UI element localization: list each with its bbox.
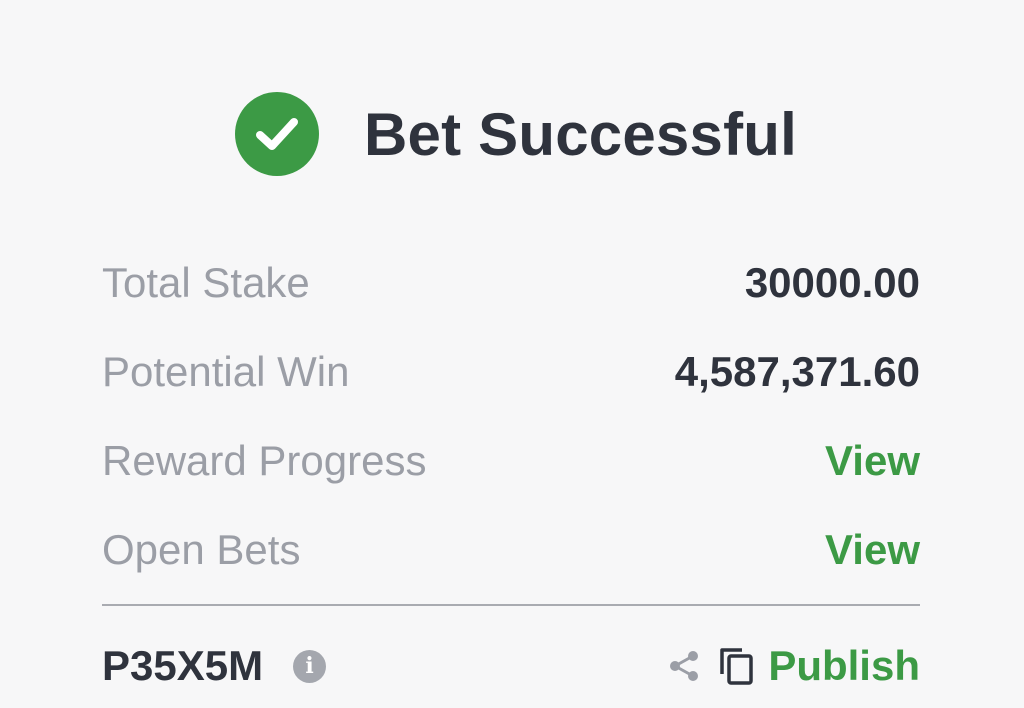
total-stake-label: Total Stake — [102, 258, 310, 306]
reward-progress-view-link[interactable]: View — [825, 437, 920, 485]
page-title: Bet Successful — [364, 100, 797, 168]
copy-icon[interactable] — [718, 646, 756, 686]
open-bets-view-link[interactable]: View — [825, 526, 920, 574]
reward-progress-label: Reward Progress — [102, 436, 427, 484]
open-bets-label: Open Bets — [102, 525, 301, 573]
total-stake-value: 30000.00 — [744, 258, 920, 306]
booking-actions: Publish — [666, 642, 920, 690]
booking-code: P35X5M — [102, 642, 264, 689]
bet-status-header: Bet Successful — [235, 92, 797, 176]
info-icon[interactable]: i — [293, 649, 327, 683]
booking-code-bar: P35X5M i Publish — [102, 636, 920, 696]
bet-summary-list: Total Stake 30000.00 Potential Win 4,587… — [102, 238, 920, 594]
potential-win-label: Potential Win — [102, 347, 350, 395]
check-circle-icon — [235, 92, 319, 176]
publish-button[interactable]: Publish — [768, 642, 920, 690]
divider — [102, 604, 920, 606]
reward-progress-row: Reward Progress View — [102, 416, 920, 505]
bet-confirmation-panel: Bet Successful Total Stake 30000.00 Pote… — [0, 0, 1024, 708]
booking-code-group: P35X5M i — [102, 642, 327, 690]
potential-win-value: 4,587,371.60 — [674, 347, 920, 395]
potential-win-row: Potential Win 4,587,371.60 — [102, 327, 920, 416]
share-icon[interactable] — [666, 648, 702, 684]
total-stake-row: Total Stake 30000.00 — [102, 238, 920, 327]
open-bets-row: Open Bets View — [102, 505, 920, 594]
